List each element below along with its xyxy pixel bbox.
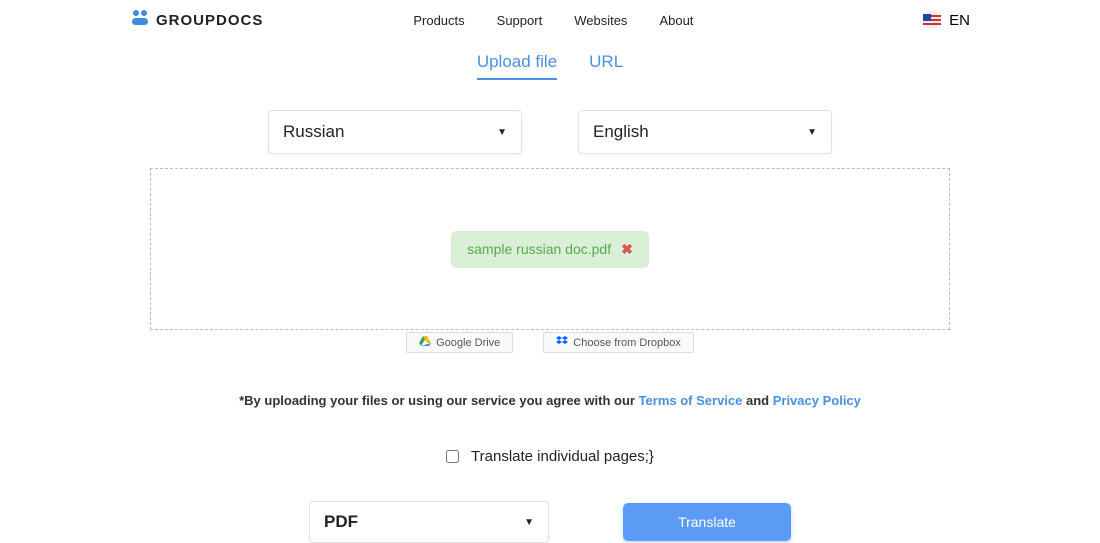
nav-support[interactable]: Support [497,13,543,28]
caret-down-icon: ▼ [497,127,507,138]
caret-down-icon: ▼ [807,127,817,138]
remove-file-icon[interactable]: ✖ [621,241,633,258]
terms-prefix: *By uploading your files or using our se… [239,393,638,408]
google-drive-icon [419,336,431,349]
nav-products[interactable]: Products [413,13,464,28]
dropbox-label: Choose from Dropbox [573,337,681,349]
nav-websites[interactable]: Websites [574,13,627,28]
logo[interactable]: GROUPDOCS [130,9,263,31]
language-row: Russian ▼ English ▼ [0,110,1100,154]
cloud-buttons: Google Drive Choose from Dropbox [0,332,1100,353]
language-selector[interactable]: EN [923,11,970,29]
output-format-select[interactable]: PDF ▼ [309,501,549,543]
terms-text: *By uploading your files or using our se… [0,393,1100,408]
bottom-row: PDF ▼ Translate [0,501,1100,543]
source-language-select[interactable]: Russian ▼ [268,110,522,154]
uploaded-file-name: sample russian doc.pdf [467,241,611,257]
dropbox-button[interactable]: Choose from Dropbox [543,332,694,353]
target-language-select[interactable]: English ▼ [578,110,832,154]
dropzone[interactable]: sample russian doc.pdf ✖ [150,168,950,330]
caret-down-icon: ▼ [524,517,534,528]
target-language-value: English [593,122,649,142]
flag-icon [923,11,941,29]
uploaded-file-pill: sample russian doc.pdf ✖ [451,231,649,268]
translate-pages-row: Translate individual pages;} [0,448,1100,465]
brand-name: GROUPDOCS [156,12,263,29]
privacy-policy-link[interactable]: Privacy Policy [773,393,861,408]
header: GROUPDOCS Products Support Websites Abou… [0,0,1100,40]
translate-pages-checkbox[interactable] [446,450,459,463]
logo-icon [130,9,150,31]
tab-url[interactable]: URL [589,52,623,80]
google-drive-label: Google Drive [436,337,500,349]
dropbox-icon [556,336,568,349]
terms-of-service-link[interactable]: Terms of Service [639,393,743,408]
source-language-value: Russian [283,122,344,142]
translate-pages-label: Translate individual pages;} [471,448,654,465]
output-format-value: PDF [324,512,358,532]
nav-about[interactable]: About [659,13,693,28]
tabs: Upload file URL [0,52,1100,80]
google-drive-button[interactable]: Google Drive [406,332,513,353]
language-code: EN [949,12,970,29]
terms-and: and [742,393,772,408]
tab-upload-file[interactable]: Upload file [477,52,557,80]
translate-button[interactable]: Translate [623,503,791,541]
nav: Products Support Websites About [413,13,693,28]
